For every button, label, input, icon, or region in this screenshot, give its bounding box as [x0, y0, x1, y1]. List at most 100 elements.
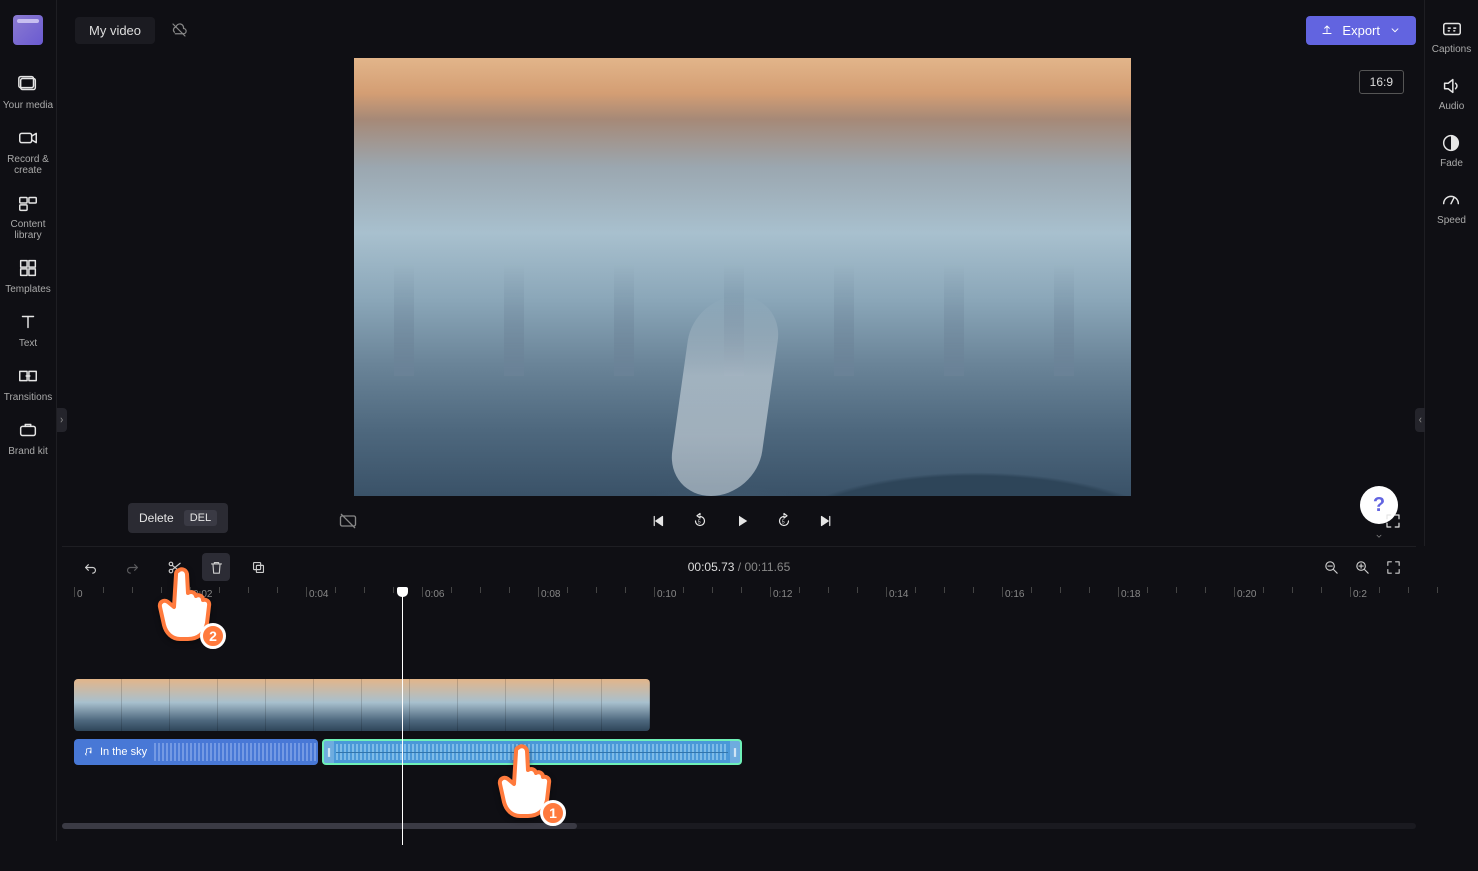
captions-icon: [1441, 18, 1463, 40]
tutorial-step-number: 2: [200, 623, 226, 649]
ruler-label: 0:14: [889, 589, 908, 600]
timeline-scrollbar[interactable]: [62, 823, 1416, 829]
audio-icon: [1440, 75, 1462, 97]
nav-label: Text: [19, 338, 37, 349]
left-sidebar: Your media Record & create Content libra…: [0, 0, 57, 841]
tutorial-step-number: 1: [540, 800, 566, 826]
top-bar: My video Export: [75, 15, 1416, 45]
timeline-scrollbar-thumb[interactable]: [62, 823, 577, 829]
rewind-5-icon[interactable]: 5: [691, 512, 709, 530]
zoom-out-icon[interactable]: [1323, 559, 1340, 576]
timeline-time: 00:05.73 / 00:11.65: [688, 560, 791, 574]
text-icon: [17, 311, 39, 333]
nav-text[interactable]: Text: [0, 303, 56, 357]
nav-label: Transitions: [4, 392, 53, 403]
current-time: 00:05.73: [688, 560, 735, 574]
transitions-icon: [17, 365, 39, 387]
nav-label: Brand kit: [8, 446, 47, 457]
audio-clip-label: In the sky: [100, 746, 147, 758]
nav-record-create[interactable]: Record & create: [0, 119, 56, 184]
timeline-tracks[interactable]: In the sky: [62, 615, 1416, 835]
nav-label: Audio: [1439, 101, 1465, 112]
nav-label: Captions: [1432, 44, 1471, 55]
svg-text:5: 5: [698, 519, 701, 525]
left-panel-expand[interactable]: [57, 408, 67, 432]
chevron-down-icon: [1388, 23, 1402, 37]
nav-speed[interactable]: Speed: [1437, 179, 1466, 236]
media-icon: [17, 73, 39, 95]
timeline-zoom-controls: [1323, 559, 1402, 576]
cloud-sync-off-icon: [170, 21, 188, 39]
tooltip-label: Delete: [139, 511, 174, 525]
ruler-label: 0:10: [657, 589, 676, 600]
skip-start-icon[interactable]: [649, 512, 667, 530]
chevron-left-icon: [1417, 414, 1423, 426]
clip-handle-right[interactable]: [730, 741, 740, 763]
fullscreen-icon[interactable]: [1384, 512, 1402, 530]
templates-icon: [17, 257, 39, 279]
project-title-input[interactable]: My video: [75, 17, 155, 44]
nav-content-library[interactable]: Content library: [0, 184, 56, 249]
ruler-label: 0:12: [773, 589, 792, 600]
ruler-label: 0:2: [1353, 589, 1367, 600]
nav-templates[interactable]: Templates: [0, 249, 56, 303]
video-preview[interactable]: [354, 58, 1131, 496]
duplicate-icon: [250, 559, 267, 576]
ruler-label: 0:20: [1237, 589, 1256, 600]
ruler-label: 0:06: [425, 589, 444, 600]
undo-icon: [82, 559, 99, 576]
nav-audio[interactable]: Audio: [1439, 65, 1465, 122]
export-label: Export: [1342, 23, 1380, 38]
forward-5-icon[interactable]: 5: [775, 512, 793, 530]
ruler-label: 0:16: [1005, 589, 1024, 600]
zoom-fit-icon[interactable]: [1385, 559, 1402, 576]
audio-clip-1[interactable]: In the sky: [74, 739, 318, 765]
redo-icon: [124, 559, 141, 576]
fade-icon: [1440, 132, 1462, 154]
ruler-label: 0:18: [1121, 589, 1140, 600]
redo-button[interactable]: [118, 553, 146, 581]
tooltip-kbd: DEL: [184, 510, 217, 526]
nav-label: Fade: [1440, 158, 1463, 169]
play-icon[interactable]: [733, 512, 751, 530]
timeline-area: 00:05.73 / 00:11.65 00:020:040:060:080:1…: [62, 546, 1416, 871]
timeline-toolbar: 00:05.73 / 00:11.65: [62, 547, 1416, 587]
preview-area: 16:9: [68, 58, 1416, 498]
ruler-label: 0: [77, 589, 83, 600]
clip-handle-left[interactable]: [324, 741, 334, 763]
nav-transitions[interactable]: Transitions: [0, 357, 56, 411]
zoom-in-icon[interactable]: [1354, 559, 1371, 576]
player-controls-row: 5 5: [68, 505, 1416, 537]
music-note-icon: [82, 746, 94, 758]
ruler-label: 0:08: [541, 589, 560, 600]
video-clip[interactable]: [74, 679, 650, 731]
tutorial-hand-2: 2: [150, 563, 222, 645]
ruler-label: 0:04: [309, 589, 328, 600]
tutorial-hand-1: 1: [490, 740, 562, 822]
duplicate-button[interactable]: [244, 553, 272, 581]
nav-your-media[interactable]: Your media: [0, 65, 56, 119]
upload-icon: [1320, 23, 1334, 37]
delete-tooltip: Delete DEL: [128, 503, 228, 533]
nav-fade[interactable]: Fade: [1440, 122, 1463, 179]
skip-end-icon[interactable]: [817, 512, 835, 530]
playhead[interactable]: [402, 593, 403, 845]
timeline-ruler[interactable]: 00:020:040:060:080:100:120:140:160:180:2…: [62, 587, 1416, 607]
brandkit-icon: [17, 419, 39, 441]
right-sidebar: Captions Audio Fade Speed: [1424, 0, 1478, 546]
nav-label: Speed: [1437, 215, 1466, 226]
time-sep: /: [734, 560, 744, 574]
nav-captions[interactable]: Captions: [1432, 8, 1471, 65]
undo-button[interactable]: [76, 553, 104, 581]
export-button[interactable]: Export: [1306, 16, 1416, 45]
aspect-ratio-button[interactable]: 16:9: [1359, 70, 1404, 94]
svg-text:5: 5: [782, 519, 785, 525]
speed-icon: [1440, 189, 1462, 211]
camera-icon: [17, 127, 39, 149]
nav-label: Record & create: [0, 154, 56, 176]
duration: 00:11.65: [744, 560, 790, 574]
captions-off-icon[interactable]: [338, 511, 358, 531]
right-panel-collapse[interactable]: [1415, 408, 1425, 432]
nav-brand-kit[interactable]: Brand kit: [0, 411, 56, 465]
library-icon: [17, 192, 39, 214]
